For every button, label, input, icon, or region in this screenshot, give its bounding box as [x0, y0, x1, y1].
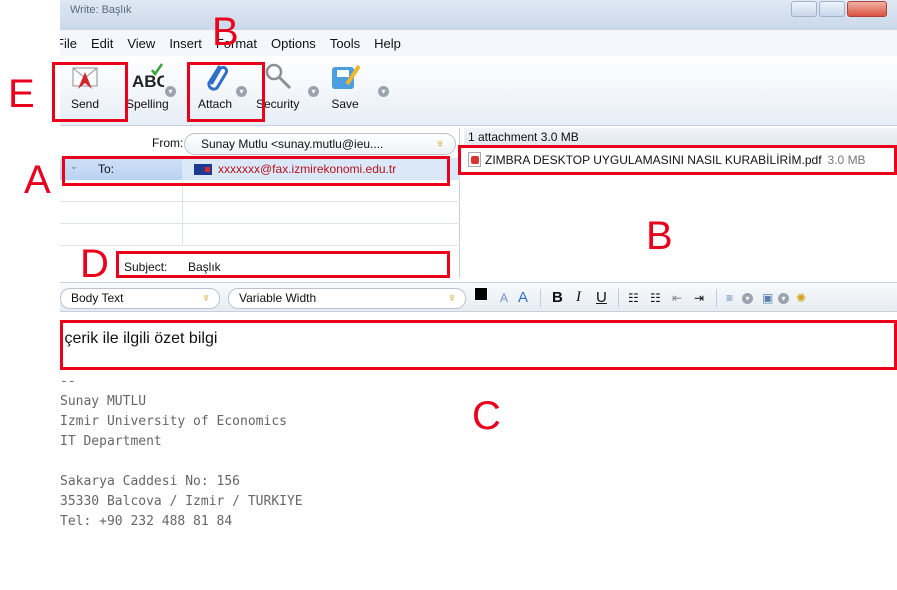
menu-options[interactable]: Options	[271, 36, 316, 51]
column-divider	[182, 224, 183, 246]
minimize-button[interactable]	[791, 1, 817, 17]
annotation-box-body	[60, 320, 897, 370]
align-dropdown-icon[interactable]: ▾	[742, 293, 753, 304]
bold-icon[interactable]: B	[552, 289, 563, 306]
paragraph-style-value: Body Text	[71, 291, 124, 305]
annotation-box-send	[52, 62, 128, 122]
spelling-button[interactable]: ABC Spelling	[126, 60, 169, 111]
from-row: From: Sunay Mutlu <sunay.mutlu@ieu.... ♆	[60, 130, 460, 156]
smaller-text-icon[interactable]: A	[500, 291, 508, 305]
outdent-icon[interactable]: ⇤	[672, 291, 682, 305]
align-icon[interactable]: ≡	[726, 291, 733, 305]
font-dropdown-icon: ♆	[447, 290, 457, 305]
insert-image-icon[interactable]: ▣	[762, 291, 773, 305]
menu-view[interactable]: View	[127, 36, 155, 51]
window-title: Write: Başlık	[70, 4, 132, 16]
maximize-button[interactable]	[819, 1, 845, 17]
window-controls	[791, 1, 887, 17]
from-select[interactable]: Sunay Mutlu <sunay.mutlu@ieu.... ♆	[184, 133, 456, 155]
save-label: Save	[331, 97, 359, 111]
save-icon	[328, 60, 362, 94]
annotation-label-b-toolbar: B	[212, 10, 239, 54]
security-dropdown-icon[interactable]: ▾	[308, 86, 319, 97]
annotation-box-subject	[116, 251, 450, 278]
annotation-box-attachment	[458, 145, 897, 175]
menu-bar: File Edit View Insert Format Options Too…	[60, 30, 897, 56]
smiley-icon[interactable]: ✺	[796, 291, 806, 305]
title-bar: Write: Başlık	[60, 0, 897, 30]
annotation-label-e: E	[8, 72, 35, 116]
paragraph-dropdown-icon: ♆	[201, 290, 211, 305]
svg-text:ABC: ABC	[132, 72, 164, 91]
text-color-icon[interactable]	[474, 287, 488, 301]
menu-tools[interactable]: Tools	[330, 36, 360, 51]
toolbar-divider	[618, 289, 619, 307]
attachment-summary: 1 attachment 3.0 MB	[464, 128, 897, 146]
recipient-row-empty[interactable]	[60, 202, 460, 224]
from-label: From:	[152, 136, 184, 150]
compose-window: Write: Başlık File Edit View Insert Form…	[60, 0, 897, 590]
annotation-box-attach	[187, 62, 265, 122]
paragraph-style-select[interactable]: Body Text ♆	[60, 288, 220, 309]
indent-icon[interactable]: ⇥	[694, 291, 704, 305]
toolbar-divider	[716, 289, 717, 307]
italic-icon[interactable]: I	[576, 289, 581, 306]
main-toolbar: Send ABC Spelling ▾ Attach ▾ Security ▾	[60, 56, 897, 126]
spellcheck-icon: ABC	[130, 60, 164, 94]
security-key-icon	[261, 60, 295, 94]
larger-text-icon[interactable]: A	[518, 289, 528, 306]
font-select[interactable]: Variable Width ♆	[228, 288, 466, 309]
annotation-label-b-attachment: B	[646, 214, 673, 258]
spelling-dropdown-icon[interactable]: ▾	[165, 86, 176, 97]
toolbar-divider	[540, 289, 541, 307]
from-dropdown-icon: ♆	[435, 136, 445, 151]
recipient-row-empty[interactable]	[60, 224, 460, 246]
underline-icon[interactable]: U	[596, 289, 607, 306]
close-button[interactable]	[847, 1, 887, 17]
format-toolbar: Body Text ♆ Variable Width ♆ A A B I U ☷…	[60, 282, 897, 312]
menu-help[interactable]: Help	[374, 36, 401, 51]
annotation-label-d: D	[80, 242, 109, 286]
menu-edit[interactable]: Edit	[91, 36, 113, 51]
signature: -- Sunay MUTLU Izmir University of Econo…	[60, 374, 303, 529]
from-value: Sunay Mutlu <sunay.mutlu@ieu....	[201, 137, 384, 151]
annotation-label-a: A	[24, 158, 51, 202]
save-button[interactable]: Save	[328, 60, 362, 111]
spelling-label: Spelling	[126, 97, 169, 111]
column-divider	[182, 202, 183, 224]
numbered-list-icon[interactable]: ☷	[650, 291, 661, 305]
annotation-label-c: C	[472, 394, 501, 438]
annotation-box-to	[62, 156, 450, 186]
font-value: Variable Width	[239, 291, 317, 305]
menu-file[interactable]: File	[60, 36, 77, 51]
menu-insert[interactable]: Insert	[169, 36, 202, 51]
save-dropdown-icon[interactable]: ▾	[378, 86, 389, 97]
insert-dropdown-icon[interactable]: ▾	[778, 293, 789, 304]
bulleted-list-icon[interactable]: ☷	[628, 291, 639, 305]
